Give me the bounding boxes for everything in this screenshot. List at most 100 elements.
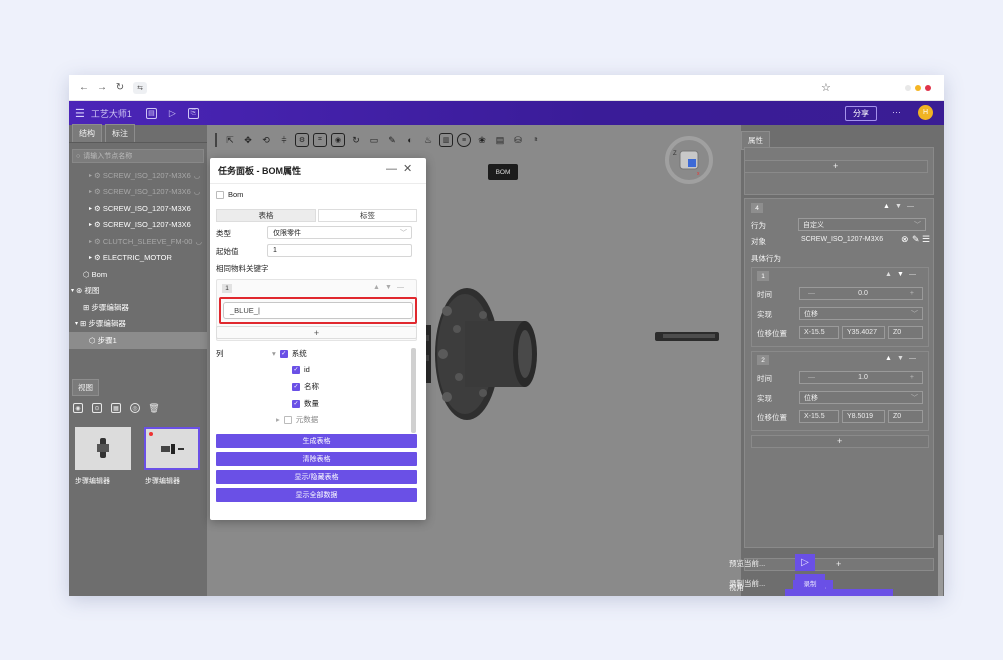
- time-stepper[interactable]: — 1.0 +: [799, 371, 923, 384]
- forward-icon[interactable]: →: [95, 81, 109, 95]
- window-dot[interactable]: [925, 85, 931, 91]
- expand-icon[interactable]: ▸: [89, 188, 92, 195]
- view-cube-icon[interactable]: Z x: [663, 135, 713, 185]
- add-behavior-button[interactable]: +: [744, 160, 928, 173]
- tree-node-selected[interactable]: ⬡ 步骤1: [69, 332, 207, 349]
- tab-views[interactable]: 视图: [72, 379, 99, 396]
- node-search-input[interactable]: ○ 请输入节点名称: [72, 149, 204, 163]
- bookmark-star-icon[interactable]: ☆: [821, 81, 831, 94]
- play-icon[interactable]: ▷: [167, 108, 178, 119]
- bom-icon[interactable]: ≡: [457, 133, 471, 147]
- move-down-icon[interactable]: ▼: [897, 271, 904, 278]
- reload-icon[interactable]: ↻: [113, 81, 127, 95]
- reset-icon[interactable]: ↻: [349, 133, 363, 147]
- generate-table-button[interactable]: 生成表格: [216, 434, 417, 448]
- text-icon[interactable]: ᴵᵗ: [529, 133, 543, 147]
- dialog-scrollbar[interactable]: [411, 348, 416, 433]
- column-quantity[interactable]: ✓ 数量: [292, 398, 319, 409]
- decrement-icon[interactable]: —: [808, 374, 815, 381]
- show-all-data-button[interactable]: 显示全部数据: [216, 488, 417, 502]
- paint-icon[interactable]: ◐: [403, 133, 417, 147]
- rotate-icon[interactable]: ⟲: [259, 133, 273, 147]
- close-icon[interactable]: ✕: [403, 162, 412, 175]
- impl-select[interactable]: 位移 ﹀: [799, 307, 923, 320]
- collapse-icon[interactable]: ▾: [71, 287, 74, 294]
- tree-node[interactable]: ▸ ⚙ SCREW_ISO_1207-M3X6 ◡: [69, 184, 207, 201]
- explode-icon[interactable]: ⫩: [277, 133, 291, 147]
- add-step-button[interactable]: +: [751, 435, 929, 448]
- clear-icon[interactable]: ⊗: [901, 234, 909, 245]
- tab-annotation[interactable]: 标注: [105, 124, 135, 142]
- z-input[interactable]: Z0: [888, 410, 923, 423]
- tab-structure[interactable]: 结构: [72, 124, 102, 142]
- tree-node[interactable]: ▸ ⚙ ELECTRIC_MOTOR: [69, 250, 207, 267]
- system-checkbox[interactable]: ✓: [279, 349, 288, 358]
- edit-icon[interactable]: ✎: [912, 234, 920, 245]
- visibility-icon[interactable]: ◡: [194, 171, 201, 180]
- tab-label[interactable]: 标签: [318, 209, 417, 222]
- tree-node[interactable]: ⊞ 步骤编辑器: [69, 299, 207, 316]
- expand-icon[interactable]: ▸: [89, 172, 92, 179]
- tree-node[interactable]: ▸ ⚙ SCREW_ISO_1207-M3X6: [69, 217, 207, 234]
- tree-node[interactable]: ▸ ⚙ SCREW_ISO_1207-M3X6 ◡: [69, 167, 207, 184]
- frame-icon[interactable]: ▥: [439, 133, 453, 147]
- impl-select[interactable]: 位移 ﹀: [799, 391, 923, 404]
- camera-icon[interactable]: ◉: [73, 403, 83, 413]
- delete-icon[interactable]: 🗑: [148, 403, 159, 413]
- step-thumbnail-selected[interactable]: [144, 427, 200, 470]
- tree-node[interactable]: ▾ ⊛ 视图: [69, 283, 207, 300]
- expand-icon[interactable]: ▸: [89, 221, 92, 228]
- tree-node[interactable]: ▸ ⚙ CLUTCH_SLEEVE_FM-00 ◡: [69, 233, 207, 250]
- collapse-icon[interactable]: ▾: [272, 349, 276, 358]
- minimize-icon[interactable]: —: [386, 163, 397, 175]
- column-metadata[interactable]: ▸ 元数据: [276, 414, 318, 425]
- metadata-checkbox[interactable]: [283, 415, 292, 424]
- remove-icon[interactable]: —: [397, 284, 404, 291]
- panel-scrollbar[interactable]: [938, 535, 943, 596]
- name-checkbox[interactable]: ✓: [292, 382, 300, 391]
- start-value-input[interactable]: 1: [267, 244, 412, 257]
- move-down-icon[interactable]: ▼: [895, 203, 902, 210]
- x-input[interactable]: X-15.5: [799, 326, 839, 339]
- select-icon[interactable]: ⇱: [223, 133, 237, 147]
- clear-table-button[interactable]: 清除表格: [216, 452, 417, 466]
- hide-icon[interactable]: ◉: [331, 133, 345, 147]
- list-icon[interactable]: ☰: [922, 234, 930, 245]
- add-block-button[interactable]: +: [744, 558, 934, 571]
- column-system[interactable]: ▾ ✓ 系统: [272, 348, 307, 359]
- time-stepper[interactable]: — 0.0 +: [799, 287, 923, 300]
- target-icon[interactable]: ◎: [130, 403, 140, 413]
- type-select[interactable]: 仅限零件 ﹀: [267, 226, 412, 239]
- export-icon[interactable]: ⎘: [187, 107, 199, 119]
- move-down-icon[interactable]: ▼: [897, 355, 904, 362]
- remove-icon[interactable]: —: [907, 203, 914, 210]
- y-input[interactable]: Y35.4027: [842, 326, 885, 339]
- expand-icon[interactable]: ▸: [89, 238, 92, 245]
- tree-node[interactable]: ▸ ⚙ SCREW_ISO_1207-M3X6: [69, 200, 207, 217]
- share-button[interactable]: 分享: [845, 106, 877, 121]
- column-name[interactable]: ✓ 名称: [292, 381, 319, 392]
- window-dot[interactable]: [905, 85, 911, 91]
- more-icon[interactable]: ···: [892, 107, 901, 117]
- layout-icon[interactable]: ▦: [111, 403, 121, 413]
- save-icon[interactable]: ▤: [145, 107, 157, 119]
- avatar[interactable]: H: [918, 105, 933, 120]
- bom-checkbox[interactable]: [216, 191, 224, 200]
- move-up-icon[interactable]: ▲: [885, 271, 892, 278]
- toggle-table-button[interactable]: 显示/隐藏表格: [216, 470, 417, 484]
- capture-icon[interactable]: ⊙: [92, 403, 102, 413]
- visibility-icon[interactable]: ◡: [195, 237, 202, 246]
- bottom-action-button[interactable]: [785, 589, 893, 596]
- table-icon[interactable]: ▤: [493, 133, 507, 147]
- measure-icon[interactable]: ⚙: [295, 133, 309, 147]
- remove-icon[interactable]: —: [909, 271, 916, 278]
- process-icon[interactable]: ⛁: [511, 133, 525, 147]
- z-input[interactable]: Z0: [888, 326, 923, 339]
- move-icon[interactable]: ✥: [241, 133, 255, 147]
- draw-icon[interactable]: ✎: [385, 133, 399, 147]
- move-up-icon[interactable]: ▲: [373, 284, 380, 291]
- step-thumbnail[interactable]: [75, 427, 131, 470]
- bom-checkbox-row[interactable]: Bom: [216, 190, 243, 200]
- tree-node[interactable]: ⬡ Bom: [69, 266, 207, 283]
- increment-icon[interactable]: +: [910, 374, 914, 381]
